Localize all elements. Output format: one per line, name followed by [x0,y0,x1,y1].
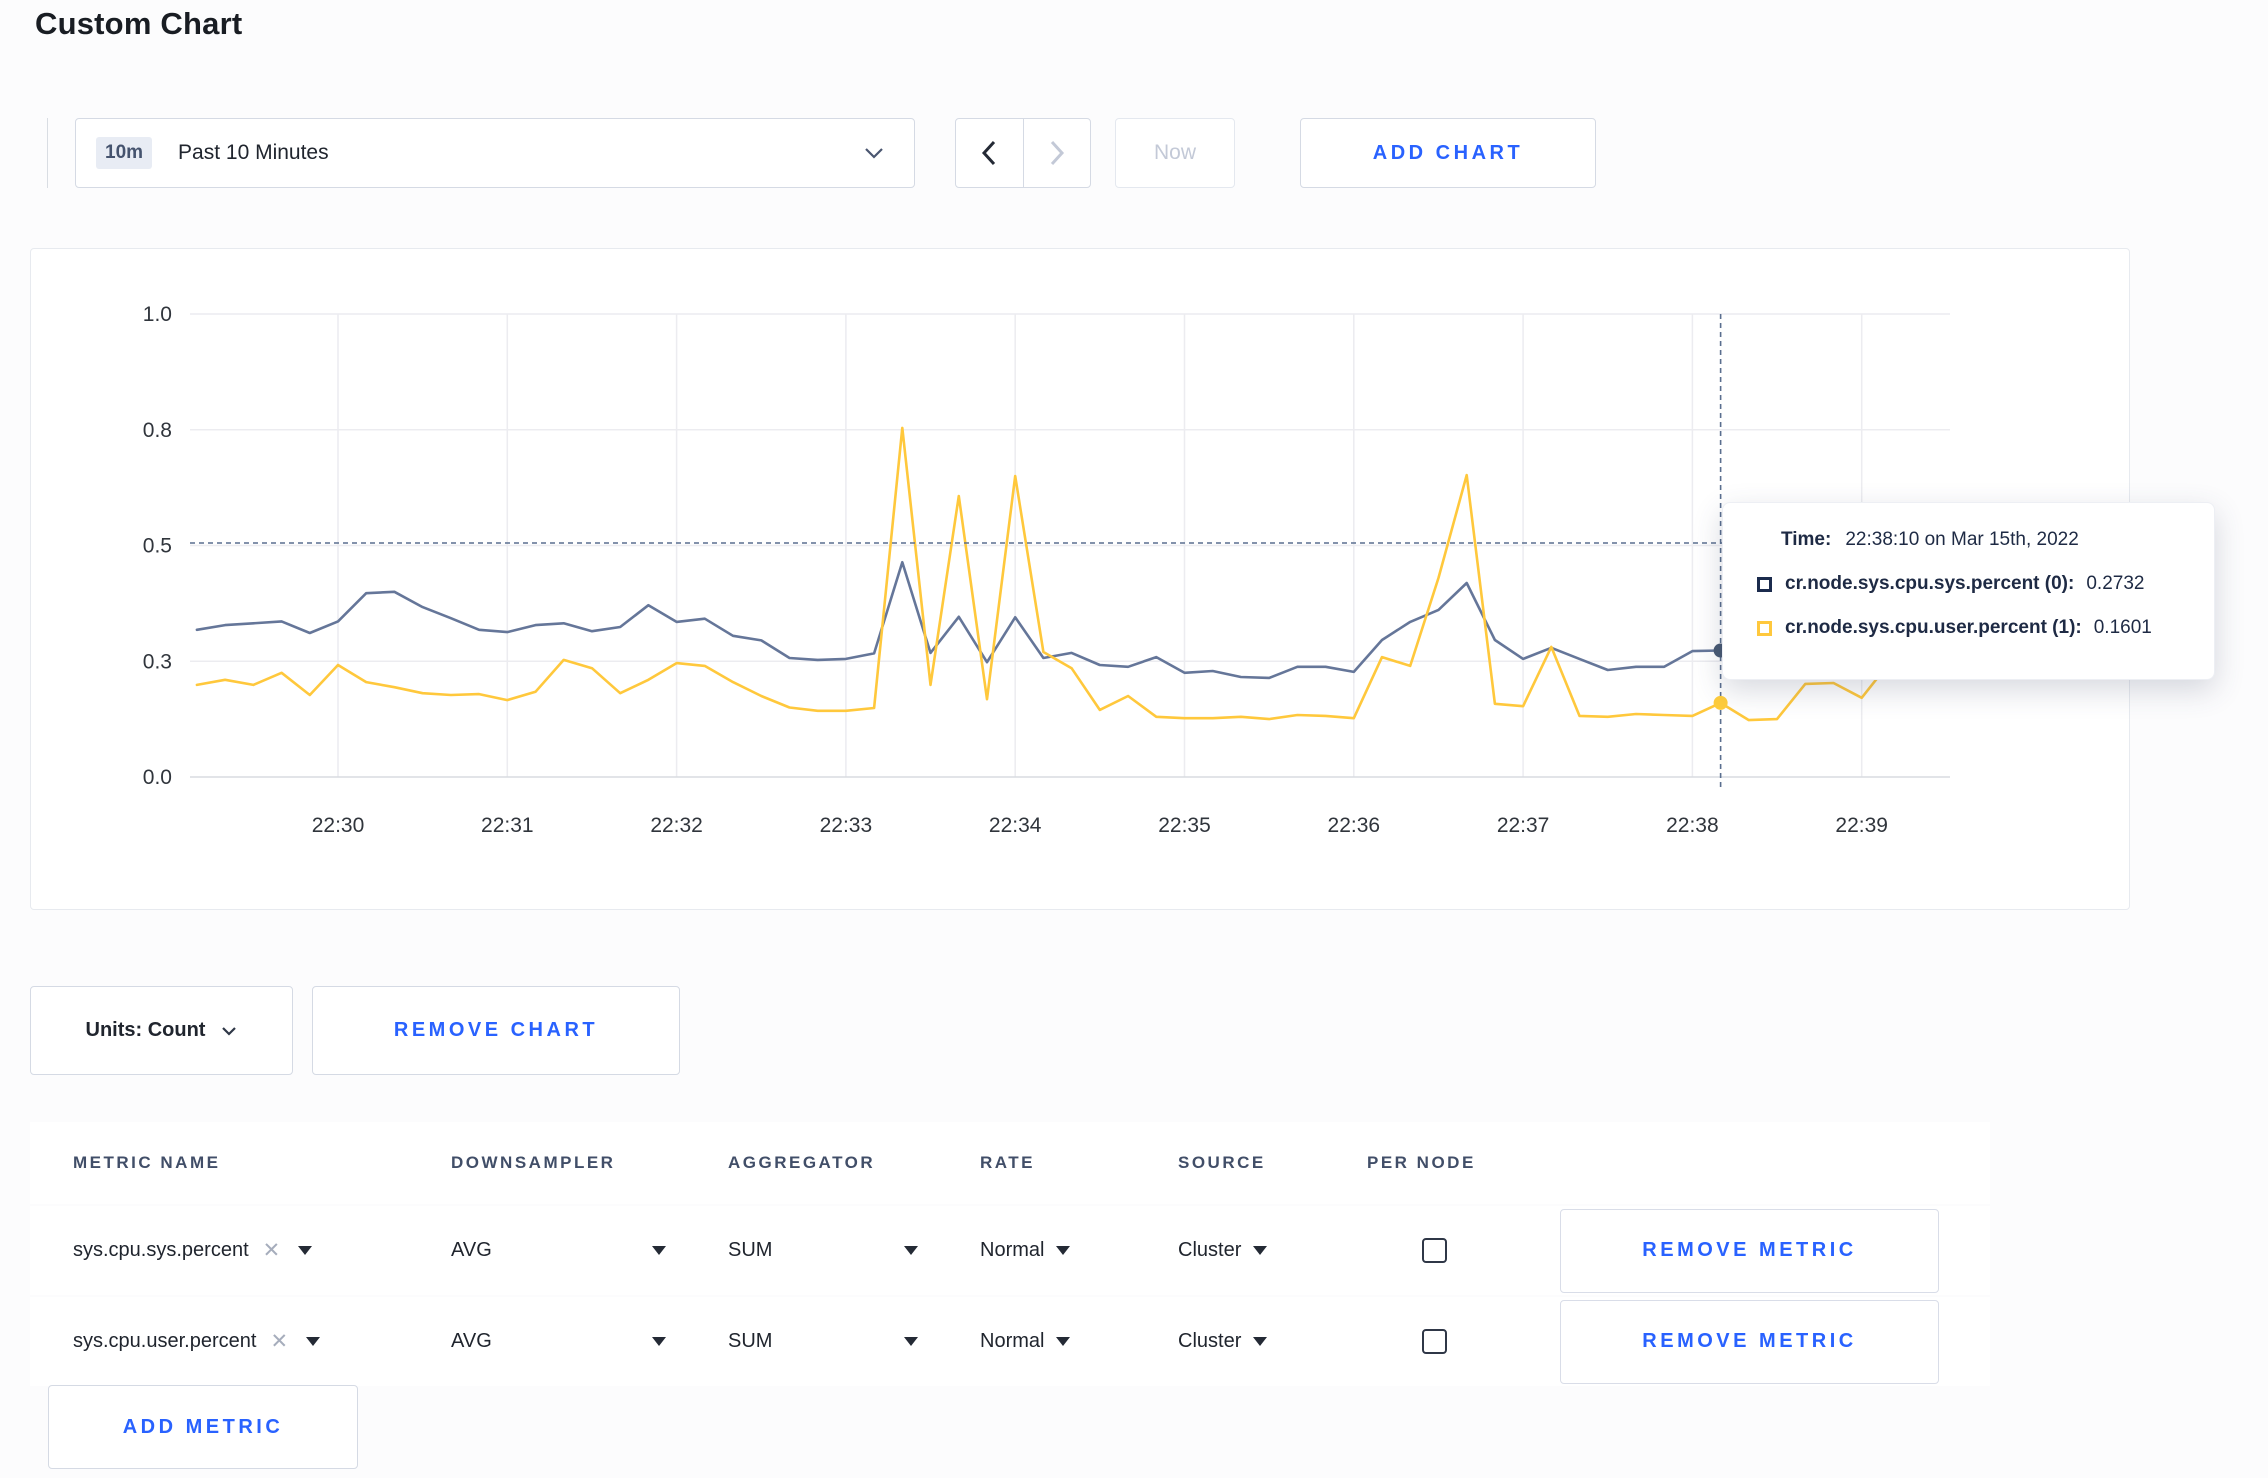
y-axis-tick-label: 0.5 [143,535,172,558]
chevron-right-icon [1050,140,1064,166]
dropdown-caret-icon [1056,1337,1071,1346]
user-percent-line [195,426,1892,722]
add-metric-button[interactable]: ADD METRIC [48,1385,358,1469]
y-axis-tick-label: 0.3 [143,650,172,673]
chevron-left-icon [982,140,996,166]
units-label: Units: Count [85,1019,206,1041]
downsampler-select[interactable]: AVG [451,1239,728,1262]
page-title: Custom Chart [35,6,243,41]
per-node-checkbox[interactable] [1422,1329,1447,1354]
chart-gridlines [190,313,1950,778]
downsampler-value: AVG [451,1330,492,1352]
time-range-label: Past 10 Minutes [178,141,329,164]
x-axis-tick-label: 22:37 [1497,814,1550,837]
dropdown-caret-icon [652,1337,666,1346]
dropdown-caret-icon [306,1337,321,1346]
source-select[interactable]: Cluster [1178,1330,1367,1353]
clear-metric-icon[interactable]: ✕ [270,1329,288,1354]
clear-metric-icon[interactable]: ✕ [263,1238,281,1263]
time-range-badge: 10m [96,137,153,169]
metric-name-select[interactable]: sys.cpu.sys.percent ✕ [73,1238,451,1263]
rate-value: Normal [980,1239,1045,1261]
user-series-swatch-icon [1757,620,1772,636]
metric-name-value: sys.cpu.user.percent [73,1330,257,1352]
now-button[interactable]: Now [1115,118,1235,188]
x-axis-tick-label: 22:35 [1158,814,1211,837]
aggregator-value: SUM [728,1239,773,1261]
y-axis-tick-label: 0.0 [143,766,172,789]
x-axis-tick-label: 22:38 [1666,814,1719,837]
tooltip-series-value: 0.1601 [2093,617,2152,638]
dropdown-caret-icon [298,1246,313,1255]
sys-series-swatch-icon [1757,576,1772,592]
source-select[interactable]: Cluster [1178,1239,1367,1262]
tooltip-time-label: Time: [1781,529,1832,550]
per-node-checkbox[interactable] [1422,1238,1447,1263]
prev-interval-button[interactable] [956,119,1023,187]
toolbar-divider [47,118,48,188]
units-dropdown[interactable]: Units: Count [30,986,293,1075]
remove-metric-button[interactable]: REMOVE METRIC [1560,1299,1939,1384]
tooltip-series-name: cr.node.sys.cpu.sys.percent (0): [1785,573,2075,594]
tooltip-time-value: 22:38:10 on Mar 15th, 2022 [1845,529,2079,550]
dropdown-caret-icon [904,1337,918,1346]
column-header-source: SOURCE [1178,1153,1266,1172]
remove-chart-button[interactable]: REMOVE CHART [312,986,680,1075]
metric-name-value: sys.cpu.sys.percent [73,1239,249,1261]
x-axis-tick-label: 22:39 [1835,814,1888,837]
aggregator-value: SUM [728,1330,773,1352]
chevron-down-icon [865,148,883,159]
y-axis-tick-label: 1.0 [143,303,172,326]
y-axis-tick-label: 0.8 [143,419,172,442]
time-pager [955,118,1091,188]
column-header-per-node: PER NODE [1367,1153,1476,1172]
user-hover-point [1713,695,1728,710]
metrics-table-header: METRIC NAME DOWNSAMPLER AGGREGATOR RATE … [30,1122,1990,1204]
x-axis-tick-label: 22:33 [820,814,873,837]
x-axis-tick-label: 22:34 [989,814,1042,837]
x-axis-tick-label: 22:31 [481,814,534,837]
chart-tooltip: Time: 22:38:10 on Mar 15th, 2022 cr.node… [1722,502,2215,680]
tooltip-series-name: cr.node.sys.cpu.user.percent (1): [1785,617,2082,638]
source-value: Cluster [1178,1330,1242,1352]
dropdown-caret-icon [904,1246,918,1255]
source-value: Cluster [1178,1239,1242,1261]
chevron-down-icon [222,1026,237,1036]
aggregator-select[interactable]: SUM [728,1239,980,1262]
column-header-downsampler: DOWNSAMPLER [451,1153,616,1172]
metrics-table: METRIC NAME DOWNSAMPLER AGGREGATOR RATE … [30,1122,1990,1388]
tooltip-series-value: 0.2732 [2086,573,2145,594]
dropdown-caret-icon [1056,1246,1071,1255]
aggregator-select[interactable]: SUM [728,1330,980,1353]
rate-value: Normal [980,1330,1045,1352]
downsampler-value: AVG [451,1239,492,1261]
metric-row: sys.cpu.user.percent ✕ AVG SUM Normal Cl… [30,1297,1990,1386]
dropdown-caret-icon [1253,1337,1268,1346]
rate-select[interactable]: Normal [980,1239,1178,1262]
time-range-dropdown[interactable]: 10m Past 10 Minutes [75,118,915,188]
x-axis-tick-label: 22:30 [312,814,365,837]
dropdown-caret-icon [652,1246,666,1255]
column-header-aggregator: AGGREGATOR [728,1153,876,1172]
remove-metric-button[interactable]: REMOVE METRIC [1560,1208,1939,1293]
column-header-rate: RATE [980,1153,1036,1172]
metric-row: sys.cpu.sys.percent ✕ AVG SUM Normal Clu… [30,1206,1990,1295]
add-chart-button[interactable]: ADD CHART [1300,118,1596,188]
downsampler-select[interactable]: AVG [451,1330,728,1353]
dropdown-caret-icon [1253,1246,1268,1255]
column-header-metric-name: METRIC NAME [73,1153,221,1172]
next-interval-button[interactable] [1022,119,1091,187]
metric-name-select[interactable]: sys.cpu.user.percent ✕ [73,1329,451,1354]
x-axis-tick-label: 22:36 [1328,814,1381,837]
x-axis-tick-label: 22:32 [650,814,703,837]
chart-crosshair [190,314,1950,791]
rate-select[interactable]: Normal [980,1330,1178,1353]
